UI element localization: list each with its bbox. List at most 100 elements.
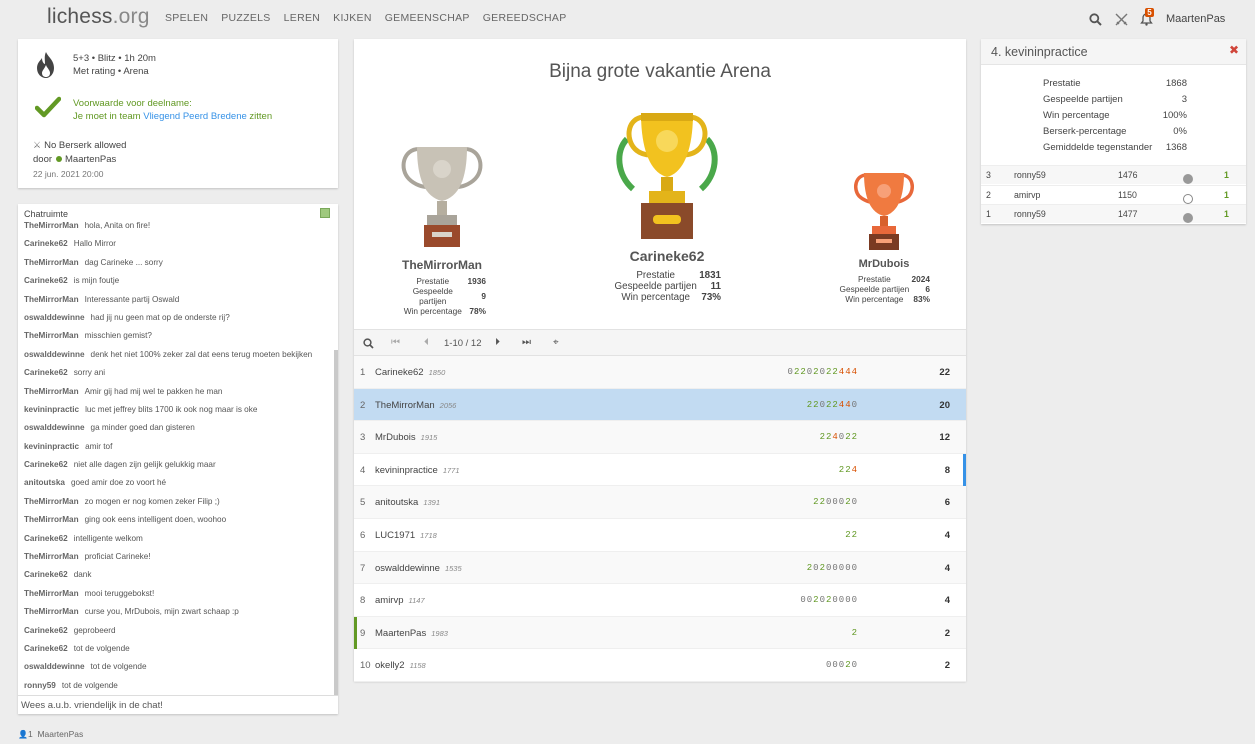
chat-user[interactable]: TheMirrorMan bbox=[24, 387, 79, 396]
game-row[interactable]: 3 ronny59 1476 1 bbox=[981, 165, 1246, 184]
chat-user[interactable]: oswalddewinne bbox=[24, 662, 85, 671]
nav-watch[interactable]: KIJKEN bbox=[333, 12, 372, 24]
stat-value: 2024 bbox=[911, 274, 930, 284]
player-stat-label: Gespeelde partijen bbox=[1043, 94, 1123, 105]
table-row[interactable]: 6 LUC1971 1718 22 4 bbox=[354, 519, 966, 552]
player-rank: 4 bbox=[360, 464, 366, 476]
jump-to-me-icon[interactable]: ⌖ bbox=[553, 337, 559, 348]
chat-text: dank bbox=[73, 570, 92, 580]
player-score: 20 bbox=[939, 399, 950, 411]
chat-line: Carineke62 sorry ani bbox=[24, 368, 330, 386]
active-marker bbox=[963, 453, 966, 486]
chat-user[interactable]: oswalddewinne bbox=[24, 423, 85, 432]
player-name[interactable]: anitoutska 1391 bbox=[375, 497, 440, 508]
chat-text: ga minder goed dan gisteren bbox=[90, 423, 195, 433]
chat-line: Carineke62 Hallo Mirror bbox=[24, 239, 330, 257]
table-row[interactable]: 1 Carineke62 1850 02202022444 22 bbox=[354, 356, 966, 389]
chat-user[interactable]: TheMirrorMan bbox=[24, 515, 79, 524]
table-row[interactable]: 10 okelly2 1158 00020 2 bbox=[354, 649, 966, 682]
creator-link[interactable]: MaartenPas bbox=[65, 154, 116, 165]
player-name[interactable]: TheMirrorMan 2056 bbox=[375, 400, 456, 411]
player-name[interactable]: MaartenPas 1983 bbox=[375, 628, 448, 639]
score-sheet: 224022 bbox=[819, 432, 858, 443]
opponent-name[interactable]: amirvp bbox=[1014, 190, 1040, 200]
chat-user[interactable]: TheMirrorMan bbox=[24, 295, 79, 304]
last-page-icon[interactable]: ⏭ bbox=[522, 337, 531, 348]
table-row[interactable]: 4 kevininpractice 1771 224 8 bbox=[354, 453, 966, 487]
team-link[interactable]: Vliegend Peerd Bredene bbox=[143, 111, 247, 122]
table-row[interactable]: 3 MrDubois 1915 224022 12 bbox=[354, 421, 966, 454]
player-rank: 9 bbox=[360, 627, 366, 639]
chat-scrollbar[interactable] bbox=[334, 350, 338, 695]
player-name[interactable]: oswalddewinne 1535 bbox=[375, 563, 462, 574]
chat-user[interactable]: oswalddewinne bbox=[24, 313, 85, 322]
game-row[interactable]: 1 ronny59 1477 1 bbox=[981, 204, 1246, 223]
close-icon[interactable]: ✖ bbox=[1229, 43, 1239, 57]
chat-user[interactable]: oswalddewinne bbox=[24, 350, 85, 359]
nav-community[interactable]: GEMEENSCHAP bbox=[385, 12, 470, 24]
chat-user[interactable]: Carineke62 bbox=[24, 276, 68, 285]
page-indicator: 1-10 / 12 bbox=[444, 338, 482, 349]
player-name[interactable]: LUC1971 1718 bbox=[375, 530, 437, 541]
next-page-icon[interactable]: ⏵ bbox=[495, 337, 500, 348]
table-row[interactable]: 8 amirvp 1147 002020000 4 bbox=[354, 584, 966, 617]
player-name[interactable]: kevininpractice 1771 bbox=[375, 465, 460, 476]
chat-user[interactable]: TheMirrorMan bbox=[24, 552, 79, 561]
podium-first-name[interactable]: Carineke62 bbox=[602, 248, 732, 264]
table-row[interactable]: 2 TheMirrorMan 2056 22022440 20 bbox=[354, 388, 966, 422]
table-row[interactable]: 7 oswalddewinne 1535 20200000 4 bbox=[354, 551, 966, 585]
site-logo[interactable]: lichess.org bbox=[47, 5, 150, 29]
chat-text: tot de volgende bbox=[61, 680, 118, 690]
opponent-name[interactable]: ronny59 bbox=[1014, 170, 1046, 180]
search-icon[interactable] bbox=[1089, 13, 1102, 26]
nav-puzzles[interactable]: PUZZELS bbox=[221, 12, 270, 24]
chat-user[interactable]: Carineke62 bbox=[24, 239, 68, 248]
chat-text: hola, Anita on fire! bbox=[84, 221, 151, 230]
chat-user[interactable]: TheMirrorMan bbox=[24, 497, 79, 506]
nav-tools[interactable]: GEREEDSCHAP bbox=[483, 12, 567, 24]
podium-third-name[interactable]: MrDubois bbox=[828, 258, 940, 270]
nav-learn[interactable]: LEREN bbox=[284, 12, 321, 24]
nav-play[interactable]: SPELEN bbox=[165, 12, 208, 24]
berserk-note: ⚔ No Berserk allowed bbox=[33, 140, 126, 151]
chat-user[interactable]: Carineke62 bbox=[24, 644, 68, 653]
player-name[interactable]: okelly2 1158 bbox=[375, 660, 426, 671]
table-row[interactable]: 9 MaartenPas 1983 2 2 bbox=[354, 616, 966, 650]
game-row[interactable]: 2 amirvp 1150 1 bbox=[981, 184, 1246, 204]
chat-user[interactable]: TheMirrorMan bbox=[24, 258, 79, 267]
chat-user[interactable]: kevininpractic bbox=[24, 405, 79, 414]
chat-user[interactable]: Carineke62 bbox=[24, 626, 68, 635]
player-name[interactable]: amirvp 1147 bbox=[375, 595, 425, 606]
stat-value: 6 bbox=[925, 284, 930, 294]
game-number: 1 bbox=[986, 209, 991, 219]
chat-user[interactable]: Carineke62 bbox=[24, 534, 68, 543]
swords-icon[interactable] bbox=[1115, 13, 1128, 26]
chat-text: tot de volgende bbox=[73, 643, 130, 653]
chat-user[interactable]: TheMirrorMan bbox=[24, 331, 79, 340]
chat-user[interactable]: Carineke62 bbox=[24, 368, 68, 377]
chat-user[interactable]: ronny59 bbox=[24, 681, 56, 690]
chat-user[interactable]: kevininpractic bbox=[24, 442, 79, 451]
player-name[interactable]: MrDubois 1915 bbox=[375, 432, 437, 443]
opponent-name[interactable]: ronny59 bbox=[1014, 209, 1046, 219]
chat-user[interactable]: Carineke62 bbox=[24, 460, 68, 469]
chat-line: TheMirrorMan curse you, MrDubois, mijn zw… bbox=[24, 607, 330, 625]
previous-page-icon[interactable]: ⏴ bbox=[424, 337, 429, 348]
chat-input[interactable]: Wees a.u.b. vriendelijk in de chat! bbox=[18, 695, 338, 714]
search-icon[interactable] bbox=[363, 338, 374, 349]
chat-text: intelligente welkom bbox=[73, 533, 143, 543]
chat-line: oswalddewinne denk het niet 100% zeker za… bbox=[24, 350, 330, 368]
chat-user[interactable]: TheMirrorMan bbox=[24, 221, 79, 230]
player-name[interactable]: Carineke62 1850 bbox=[375, 367, 445, 378]
table-row[interactable]: 5 anitoutska 1391 2200020 6 bbox=[354, 486, 966, 519]
podium-second-name[interactable]: TheMirrorMan bbox=[382, 258, 502, 272]
chat-user[interactable]: TheMirrorMan bbox=[24, 607, 79, 616]
first-page-icon[interactable]: ⏮ bbox=[391, 337, 400, 348]
chat-user[interactable]: anitoutska bbox=[24, 478, 65, 487]
chat-user[interactable]: Carineke62 bbox=[24, 570, 68, 579]
chat-user[interactable]: TheMirrorMan bbox=[24, 589, 79, 598]
spectator-name[interactable]: MaartenPas bbox=[37, 729, 83, 739]
player-name-text: MrDubois bbox=[375, 432, 416, 444]
chat-toggle-checkbox[interactable] bbox=[320, 208, 330, 218]
user-menu[interactable]: MaartenPas bbox=[1166, 13, 1225, 25]
